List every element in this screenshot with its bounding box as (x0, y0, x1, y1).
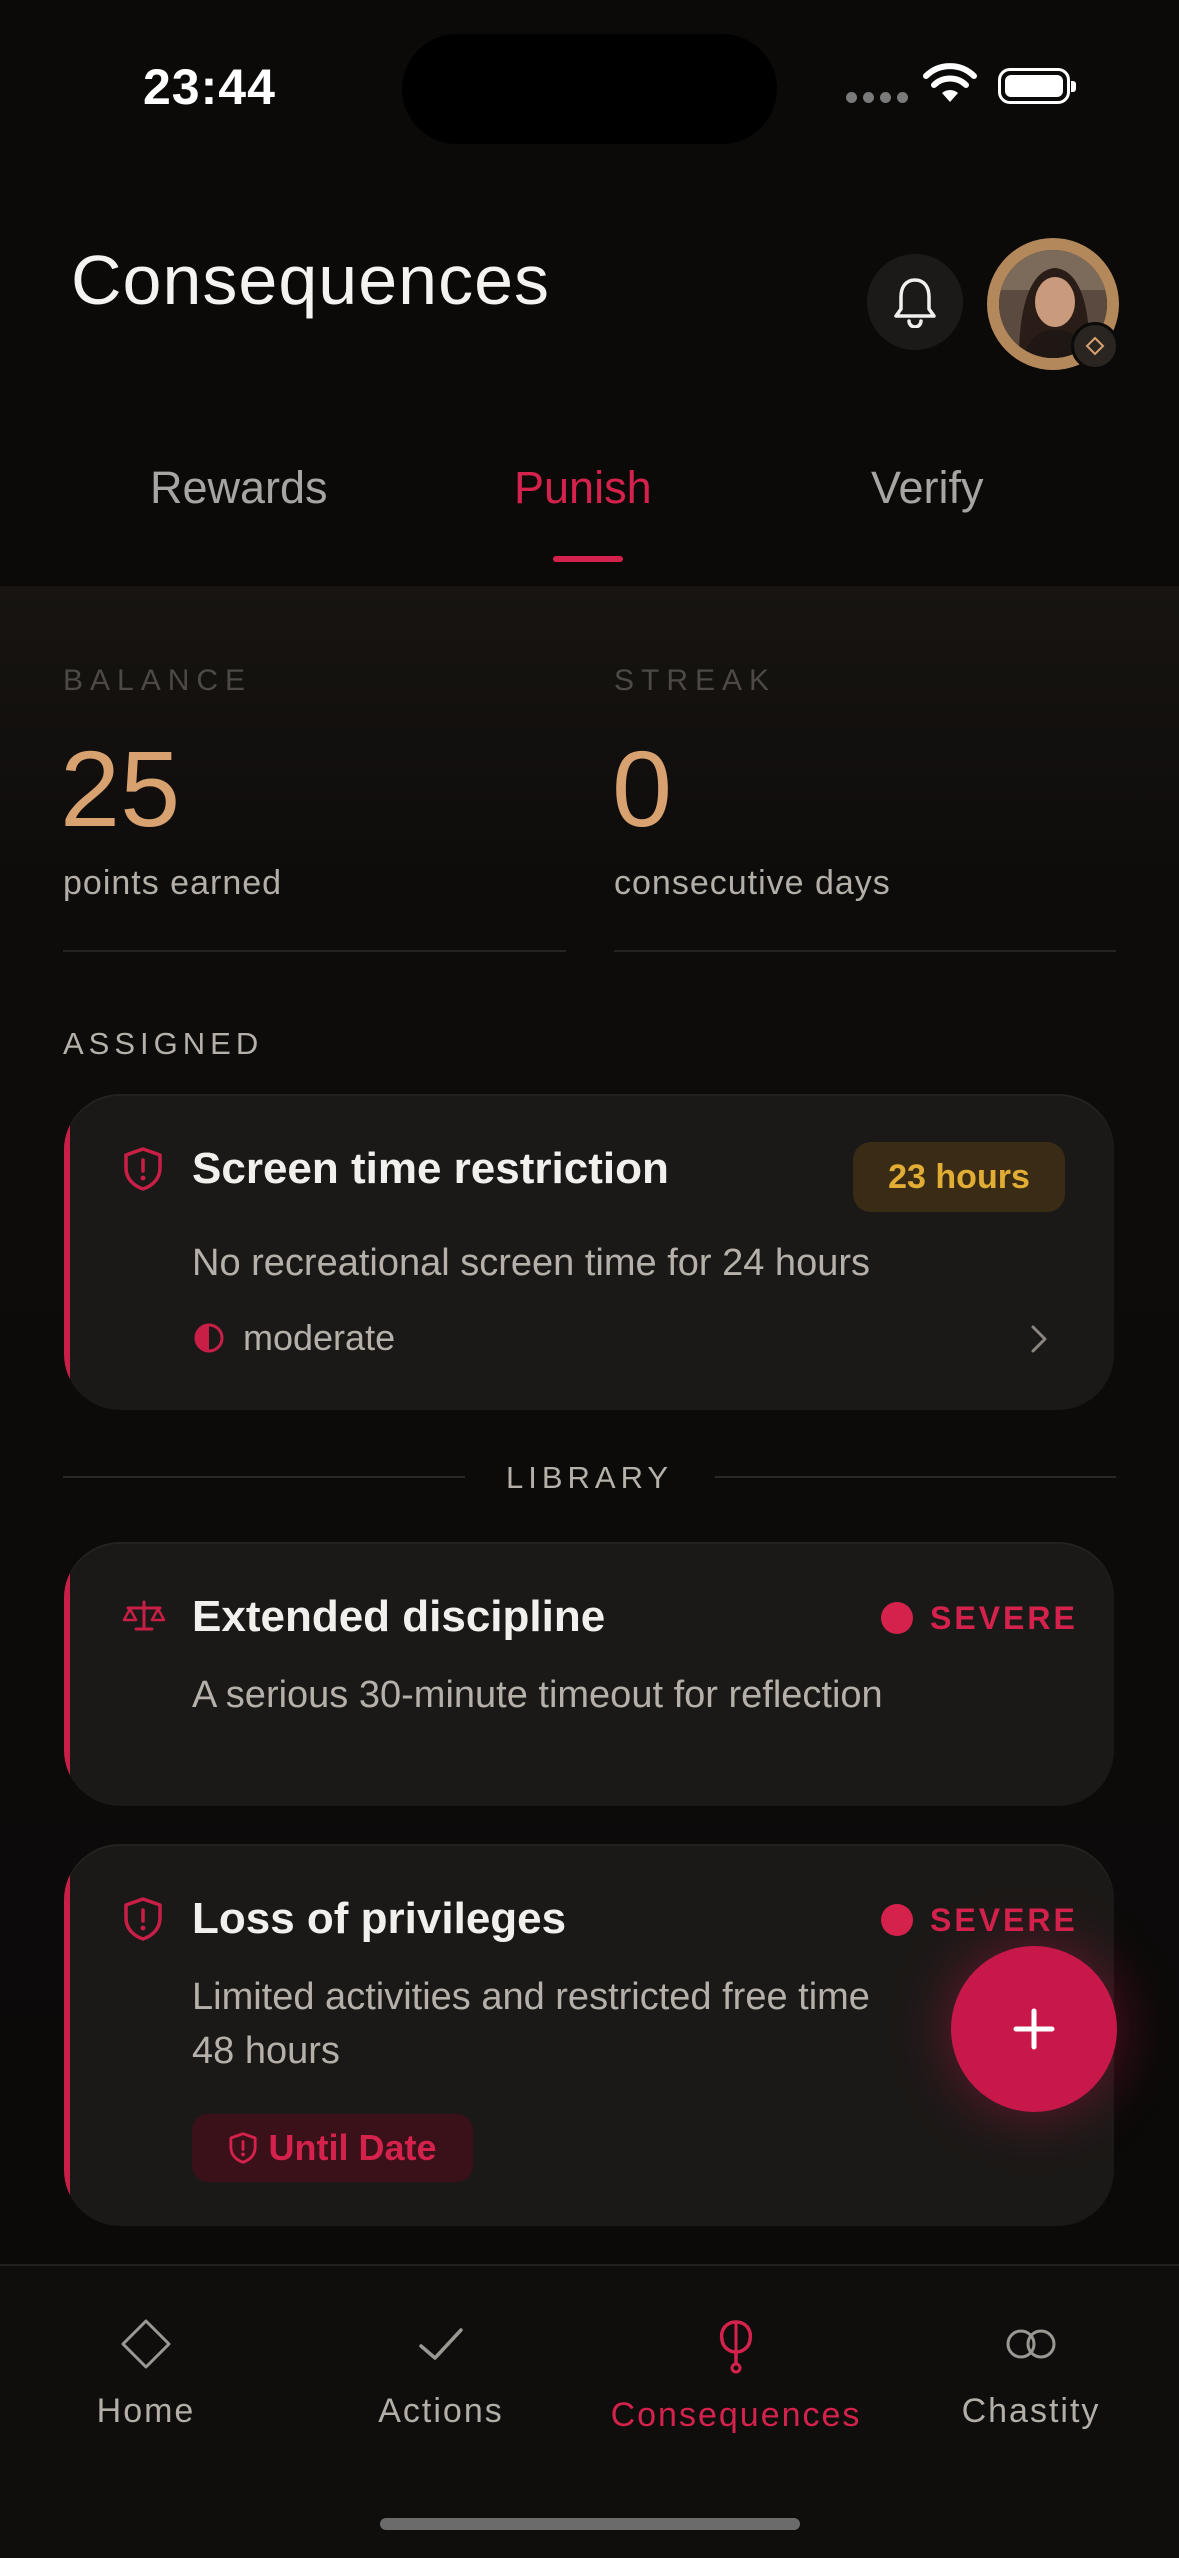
until-date-tag: Until Date (192, 2114, 473, 2182)
nav-label: Consequences (610, 2396, 862, 2434)
severity-half-icon (194, 1323, 224, 1353)
notifications-button[interactable] (867, 254, 963, 350)
library-card-title: Loss of privileges (192, 1894, 567, 1943)
nav-label: Chastity (961, 2392, 1101, 2430)
consequences-icon (719, 2320, 753, 2374)
nav-actions[interactable]: Actions (316, 2318, 566, 2431)
diamond-icon (121, 2319, 171, 2369)
library-card-description-line1: Limited activities and restricted free t… (192, 1976, 870, 2018)
severity-dot-icon (881, 1904, 913, 1936)
time-remaining-badge: 23 hours (853, 1142, 1065, 1212)
tab-punish[interactable]: Punish (514, 462, 652, 514)
streak-label: STREAK (614, 664, 777, 697)
wifi-icon (923, 63, 977, 102)
check-icon (419, 2328, 463, 2360)
bell-icon (894, 278, 936, 328)
library-section-label: LIBRARY (506, 1460, 674, 1495)
add-punishment-button[interactable] (951, 1946, 1117, 2112)
severity-dot-icon (881, 1602, 913, 1634)
streak-value: 0 (612, 728, 673, 849)
severity-label: SEVERE (930, 1600, 1078, 1636)
streak-subtitle: consecutive days (614, 864, 891, 902)
library-card-title: Extended discipline (192, 1592, 606, 1641)
balance-divider (63, 950, 566, 952)
until-date-label: Until Date (268, 2127, 437, 2168)
avatar-badge-icon (1071, 322, 1119, 370)
nav-home[interactable]: Home (21, 2318, 271, 2431)
balance-label: BALANCE (63, 664, 253, 697)
shield-alert-icon (124, 1147, 162, 1191)
nav-consequences[interactable]: Consequences (611, 2318, 861, 2435)
assigned-card-title: Screen time restriction (192, 1144, 669, 1193)
balance-value: 25 (60, 728, 181, 849)
battery-icon (998, 68, 1076, 104)
assigned-severity-label: moderate (243, 1317, 396, 1358)
card-accent-bar (64, 1844, 70, 2226)
chevron-right-icon (1031, 1325, 1047, 1353)
tab-verify[interactable]: Verify (871, 462, 984, 514)
card-accent-bar (64, 1542, 70, 1806)
library-card-description: A serious 30-minute timeout for reflecti… (192, 1674, 883, 1716)
dynamic-island (402, 34, 777, 144)
plus-icon (1013, 2008, 1055, 2050)
assigned-card-description: No recreational screen time for 24 hours (192, 1242, 870, 1284)
balance-subtitle: points earned (63, 864, 283, 902)
card-accent-bar (64, 1094, 70, 1410)
status-time: 23:44 (143, 59, 276, 115)
rings-icon (1006, 2329, 1056, 2359)
home-indicator (380, 2518, 800, 2530)
nav-label: Actions (378, 2392, 504, 2430)
severity-label: SEVERE (930, 1902, 1078, 1938)
library-card-description-line2: 48 hours (192, 2030, 340, 2072)
active-tab-indicator (553, 556, 623, 562)
library-divider-right (715, 1476, 1116, 1478)
page-title: Consequences (71, 241, 550, 319)
scale-icon (122, 1600, 166, 1631)
streak-divider (614, 950, 1116, 952)
signal-icon (846, 92, 908, 103)
assigned-section-label: ASSIGNED (63, 1026, 264, 1061)
library-divider-left (63, 1476, 465, 1478)
nav-chastity[interactable]: Chastity (906, 2318, 1156, 2431)
tab-rewards[interactable]: Rewards (150, 462, 328, 514)
nav-label: Home (96, 2392, 196, 2430)
shield-alert-icon (229, 2132, 258, 2164)
shield-alert-icon (124, 1897, 162, 1941)
